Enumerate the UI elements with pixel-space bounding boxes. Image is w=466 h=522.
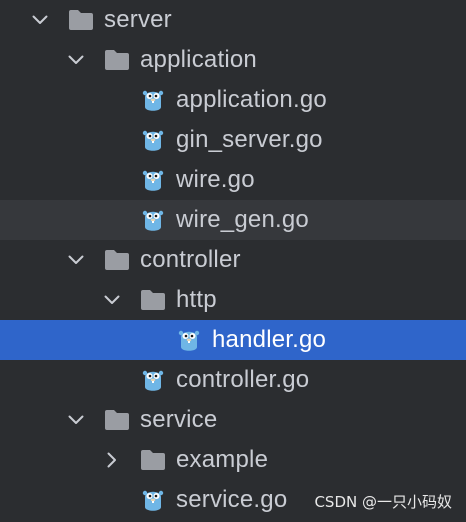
project-tree: server application application.go gin_se… — [0, 0, 466, 522]
go-gopher-icon — [140, 167, 166, 193]
tree-item-label: service — [140, 406, 218, 433]
tree-item-label: application.go — [176, 86, 327, 113]
tree-item-label: application — [140, 46, 257, 73]
tree-item-application[interactable]: application — [0, 40, 466, 80]
tree-item-application-go[interactable]: application.go — [0, 80, 466, 120]
chevron-down-icon[interactable] — [102, 290, 122, 310]
go-gopher-icon — [140, 487, 166, 513]
tree-item-handler-go[interactable]: handler.go — [0, 320, 466, 360]
tree-item-controller-go[interactable]: controller.go — [0, 360, 466, 400]
folder-icon — [140, 447, 166, 473]
go-gopher-icon — [140, 87, 166, 113]
go-gopher-icon — [140, 367, 166, 393]
tree-item-label: http — [176, 286, 217, 313]
tree-item-label: controller.go — [176, 366, 310, 393]
chevron-right-icon[interactable] — [102, 450, 122, 470]
tree-item-wire-go[interactable]: wire.go — [0, 160, 466, 200]
tree-item-http[interactable]: http — [0, 280, 466, 320]
tree-item-label: handler.go — [212, 326, 327, 353]
go-gopher-icon — [140, 207, 166, 233]
chevron-down-icon[interactable] — [66, 50, 86, 70]
tree-item-label: wire.go — [176, 166, 255, 193]
tree-item-service[interactable]: service — [0, 400, 466, 440]
folder-icon — [68, 7, 94, 33]
tree-item-controller[interactable]: controller — [0, 240, 466, 280]
tree-item-label: service.go — [176, 486, 288, 513]
tree-item-wire-gen-go[interactable]: wire_gen.go — [0, 200, 466, 240]
go-gopher-icon — [140, 127, 166, 153]
go-gopher-icon — [176, 327, 202, 353]
watermark: CSDN @一只小码奴 — [314, 493, 452, 511]
chevron-down-icon[interactable] — [66, 410, 86, 430]
tree-item-example[interactable]: example — [0, 440, 466, 480]
chevron-down-icon[interactable] — [66, 250, 86, 270]
tree-item-label: example — [176, 446, 269, 473]
tree-item-label: wire_gen.go — [176, 206, 309, 233]
folder-icon — [104, 47, 130, 73]
tree-item-label: controller — [140, 246, 241, 273]
tree-item-label: server — [104, 6, 172, 33]
tree-item-label: gin_server.go — [176, 126, 323, 153]
folder-icon — [104, 407, 130, 433]
chevron-down-icon[interactable] — [30, 10, 50, 30]
tree-item-server[interactable]: server — [0, 0, 466, 40]
tree-item-gin-server-go[interactable]: gin_server.go — [0, 120, 466, 160]
folder-icon — [140, 287, 166, 313]
folder-icon — [104, 247, 130, 273]
